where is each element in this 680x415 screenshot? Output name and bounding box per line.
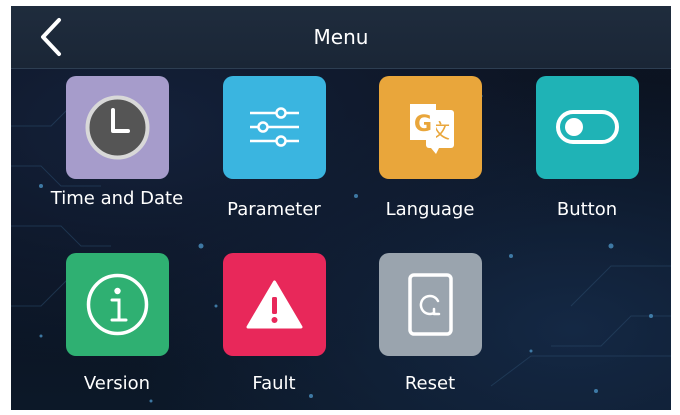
info-icon — [66, 253, 169, 356]
toggle-icon — [536, 76, 639, 179]
parameter-label: Parameter — [227, 199, 321, 220]
sliders-icon — [223, 76, 326, 179]
header-bar: Menu — [11, 6, 671, 69]
button-tile[interactable] — [536, 76, 639, 179]
button-label: Button — [556, 199, 618, 220]
warning-icon — [223, 253, 326, 356]
page-title: Menu — [313, 25, 369, 49]
translate-icon: 文 G — [379, 76, 482, 179]
language-tile[interactable]: 文 G — [379, 76, 482, 179]
svg-text:G: G — [414, 112, 432, 137]
reset-icon — [379, 253, 482, 356]
fault-label: Fault — [252, 373, 296, 394]
time-and-date-label: Time and Date — [50, 188, 184, 209]
chevron-left-icon — [41, 18, 61, 56]
reset-label: Reset — [404, 373, 456, 394]
version-label: Version — [83, 373, 151, 394]
language-label: Language — [385, 199, 475, 220]
clock-icon — [66, 76, 169, 179]
fault-tile[interactable] — [223, 253, 326, 356]
back-button[interactable] — [31, 16, 75, 58]
version-tile[interactable] — [66, 253, 169, 356]
reset-tile[interactable] — [379, 253, 482, 356]
device-screen: Menu Time and Date Parameter 文 G Languag… — [11, 6, 671, 410]
parameter-tile[interactable] — [223, 76, 326, 179]
time-and-date-tile[interactable] — [66, 76, 169, 179]
